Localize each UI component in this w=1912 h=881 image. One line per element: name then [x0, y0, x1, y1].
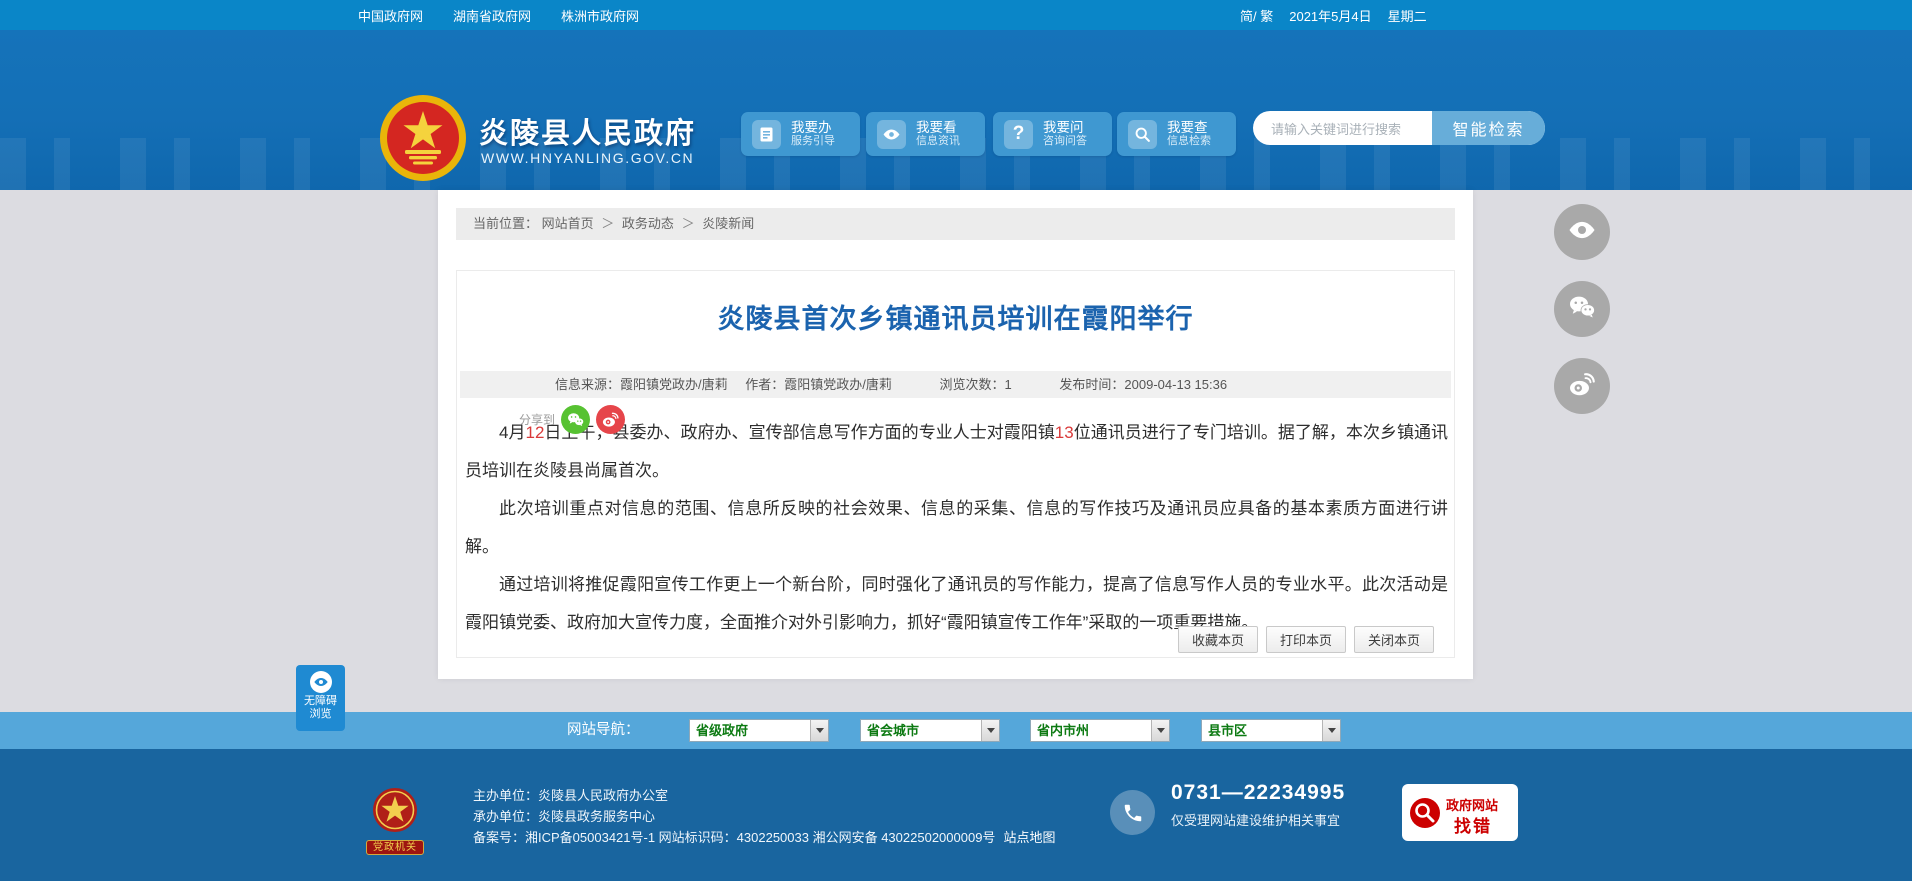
meta-pubtime-label: 发布时间： [1059, 377, 1125, 392]
quick-button-kan[interactable]: 我要看 信息资讯 [866, 112, 985, 156]
magnifier-icon [1128, 119, 1157, 149]
organizer-name: 炎陵县政务服务中心 [538, 809, 656, 824]
share-widget: 分享到 [519, 405, 626, 434]
breadcrumb-news[interactable]: 炎陵新闻 [702, 216, 754, 231]
meta-author: 霞阳镇党政办/唐莉 [784, 377, 892, 392]
meta-author-label: 作者： [745, 377, 785, 392]
question-icon: ? [1004, 119, 1033, 149]
quick-button-wen[interactable]: ? 我要问 咨询问答 [993, 112, 1112, 156]
quick-button-label: 我要看 [916, 119, 957, 135]
select-provincial-gov[interactable]: 省级政府 [689, 719, 829, 742]
eye-icon [877, 119, 906, 149]
host-label: 主办单位： [473, 788, 539, 803]
document-icon [752, 119, 781, 149]
article-body: 4月12日上午，县委办、政府办、宣传部信息写作方面的专业人士对霞阳镇13位通讯员… [465, 414, 1448, 642]
article-box: 炎陵县首次乡镇通讯员培训在霞阳举行 信息来源：霞阳镇党政办/唐莉 作者：霞阳镇党… [456, 270, 1455, 658]
footer-info: 主办单位：炎陵县人民政府办公室 承办单位：炎陵县政务服务中心 备案号：湘ICP备… [473, 785, 1055, 848]
link-china-gov[interactable]: 中国政府网 [358, 6, 423, 25]
quick-button-label: 我要问 [1043, 119, 1084, 135]
wechat-icon [1567, 292, 1597, 327]
national-emblem-logo [380, 95, 466, 181]
party-badge-label: 党政机关 [366, 840, 424, 855]
search-input[interactable] [1269, 111, 1433, 147]
search-bar: 智能检索 [1253, 111, 1545, 147]
icp-line: 备案号：湘ICP备05003421号-1 网站标识码：4302250033 湘公… [473, 830, 996, 845]
site-nav-band: 网站导航： 省级政府 省会城市 省内市州 县市区 [0, 712, 1912, 749]
current-weekday: 星期二 [1387, 8, 1427, 24]
chevron-down-icon [981, 720, 999, 741]
select-province-cities[interactable]: 省内市州 [1030, 719, 1170, 742]
site-footer: 党政机关 主办单位：炎陵县人民政府办公室 承办单位：炎陵县政务服务中心 备案号：… [0, 749, 1912, 881]
chevron-down-icon [1151, 720, 1169, 741]
close-page-button[interactable]: 关闭本页 [1353, 626, 1434, 653]
article-paragraph: 此次培训重点对信息的范围、信息所反映的社会效果、信息的采集、信息的写作技巧及通讯… [465, 499, 1448, 556]
quick-button-banshi[interactable]: 我要办 服务引导 [741, 112, 860, 156]
quick-button-label: 我要查 [1167, 119, 1208, 135]
gov-site-error-report-badge[interactable]: 政府网站 找错 [1402, 784, 1518, 841]
link-zhuzhou-gov[interactable]: 株洲市政府网 [561, 6, 639, 25]
site-url: WWW.HNYANLING.GOV.CN [481, 150, 695, 166]
share-weibo-icon[interactable] [596, 405, 626, 434]
chevron-down-icon [1322, 720, 1340, 741]
meta-pubtime: 2009-04-13 15:36 [1124, 377, 1228, 392]
site-header: 炎陵县人民政府 WWW.HNYANLING.GOV.CN 我要办 服务引导 我要看… [0, 30, 1912, 190]
breadcrumb-zhengwu[interactable]: 政务动态 [622, 216, 674, 231]
quick-button-cha[interactable]: 我要查 信息检索 [1117, 112, 1236, 156]
topbar-right: 简/ 繁 2021年5月4日 星期二 [1240, 0, 1427, 30]
quick-button-label: 我要办 [791, 119, 832, 135]
quick-button-sublabel: 信息资讯 [916, 135, 960, 148]
meta-views: 1 [1004, 377, 1012, 392]
gov-links: 中国政府网 湖南省政府网 株洲市政府网 [358, 0, 639, 30]
side-tool-view[interactable] [1554, 204, 1610, 260]
party-gov-badge: 党政机关 [366, 787, 424, 855]
quick-button-sublabel: 信息检索 [1167, 135, 1211, 148]
meta-source: 霞阳镇党政办/唐莉 [620, 377, 728, 392]
breadcrumb-label: 当前位置： [473, 216, 539, 231]
accessibility-floater[interactable]: 无障碍 浏览 [296, 665, 345, 731]
share-wechat-icon[interactable] [561, 405, 591, 434]
eye-icon [309, 671, 332, 693]
meta-source-label: 信息来源： [555, 377, 621, 392]
select-capital-cities[interactable]: 省会城市 [860, 719, 1000, 742]
favorite-page-button[interactable]: 收藏本页 [1177, 626, 1258, 653]
content-card: 当前位置： 网站首页 ＞ 政务动态 ＞ 炎陵新闻 炎陵县首次乡镇通讯员培训在霞阳… [438, 190, 1473, 679]
accessibility-label-line2: 浏览 [309, 708, 332, 720]
smart-search-button[interactable]: 智能检索 [1432, 111, 1545, 145]
breadcrumb-separator: ＞ [601, 216, 615, 231]
host-name: 炎陵县人民政府办公室 [538, 788, 669, 803]
error-finder-icon [1409, 797, 1441, 834]
footer-phone-note: 仅受理网站建设维护相关事宜 [1171, 813, 1341, 828]
party-emblem-icon [373, 788, 417, 832]
meta-views-label: 浏览次数： [939, 377, 1005, 392]
side-tool-wechat[interactable] [1554, 281, 1610, 337]
article-meta: 信息来源：霞阳镇党政办/唐莉 作者：霞阳镇党政办/唐莉 浏览次数：1 发布时间：… [460, 371, 1451, 398]
organizer-label: 承办单位： [473, 809, 539, 824]
select-county-districts[interactable]: 县市区 [1201, 719, 1341, 742]
quick-button-sublabel: 服务引导 [791, 135, 835, 148]
link-hunan-gov[interactable]: 湖南省政府网 [453, 6, 531, 25]
footer-phone-number: 0731—22234995 [1171, 781, 1346, 804]
current-date: 2021年5月4日 [1289, 8, 1372, 24]
top-bar: 中国政府网 湖南省政府网 株洲市政府网 简/ 繁 2021年5月4日 星期二 [0, 0, 1912, 30]
chevron-down-icon [810, 720, 828, 741]
breadcrumb-separator: ＞ [681, 216, 695, 231]
side-tool-weibo[interactable] [1554, 358, 1610, 414]
share-label: 分享到 [519, 413, 556, 427]
breadcrumb-home[interactable]: 网站首页 [542, 216, 594, 231]
nav-label: 网站导航： [567, 722, 640, 738]
weibo-icon [1567, 369, 1597, 404]
phone-icon [1110, 790, 1155, 835]
sitemap-link[interactable]: 站点地图 [1003, 830, 1055, 845]
breadcrumb: 当前位置： 网站首页 ＞ 政务动态 ＞ 炎陵新闻 [456, 208, 1455, 240]
eye-icon [1567, 215, 1597, 250]
article-actions: 收藏本页 打印本页 关闭本页 [1177, 626, 1434, 653]
accessibility-label-line1: 无障碍 [304, 695, 337, 707]
article-title: 炎陵县首次乡镇通讯员培训在霞阳举行 [717, 304, 1194, 334]
lang-switch[interactable]: 简/ 繁 [1240, 6, 1273, 25]
error-badge-line2: 找错 [1454, 817, 1492, 836]
print-page-button[interactable]: 打印本页 [1265, 626, 1346, 653]
site-title: 炎陵县人民政府 [479, 118, 697, 150]
quick-button-sublabel: 咨询问答 [1043, 135, 1087, 148]
